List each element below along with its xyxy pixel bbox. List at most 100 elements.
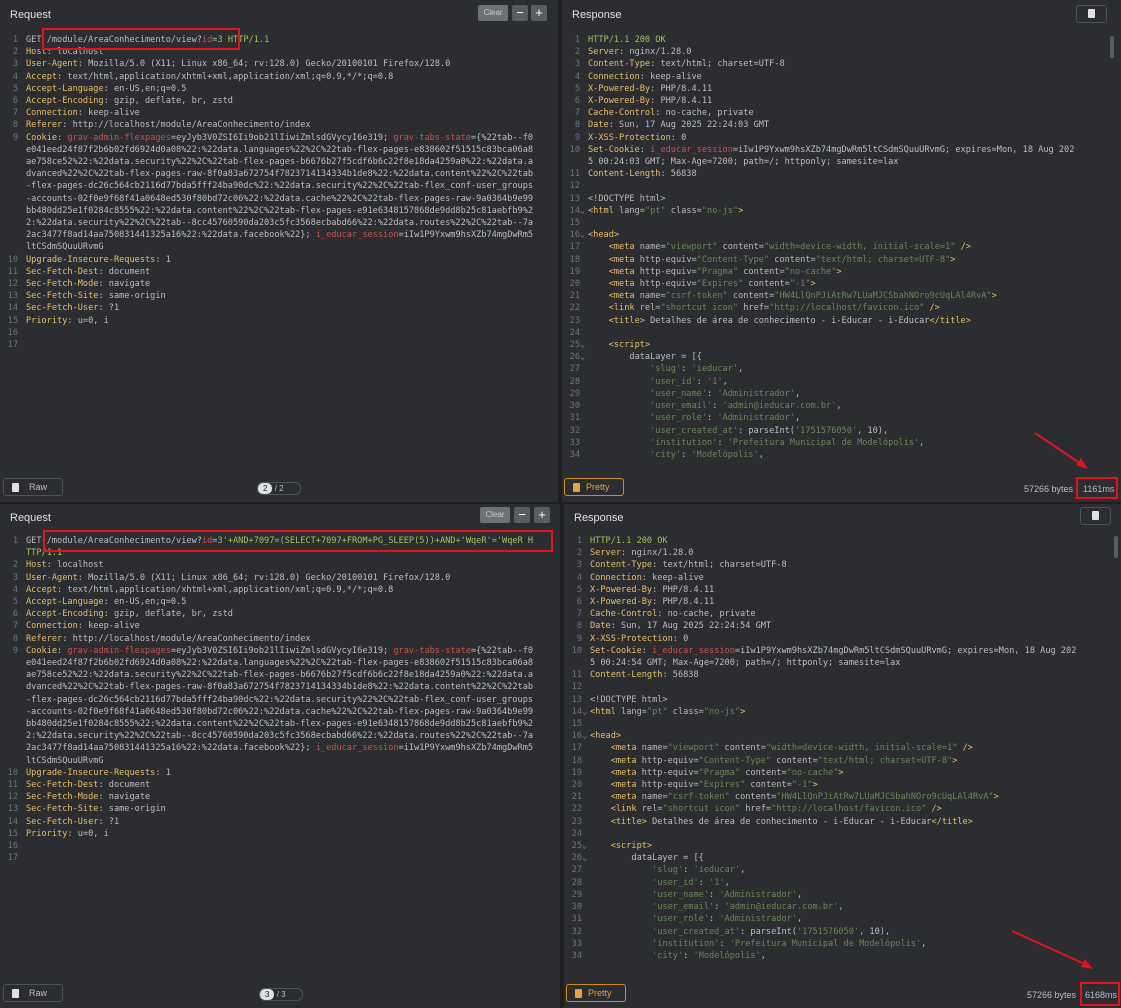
fold-toggle-icon[interactable]: ⌄ bbox=[580, 229, 588, 241]
zoom-out-button-1[interactable]: − bbox=[512, 5, 528, 21]
line-number: 33 bbox=[569, 437, 580, 448]
code-token: 'Prefeitura Municipal de Modelópolis' bbox=[729, 938, 922, 949]
copy-button-1[interactable] bbox=[1076, 5, 1107, 23]
code-token: content= bbox=[771, 755, 818, 766]
code-token: <script> bbox=[590, 841, 653, 852]
code-token: <head> bbox=[588, 230, 620, 241]
pager-2[interactable]: 3 / 3 bbox=[259, 988, 303, 1001]
request-editor-1[interactable]: 1 GET /module/AreaConhecimento/view?id=3 … bbox=[0, 34, 558, 474]
raw-button-1[interactable]: Raw bbox=[3, 478, 63, 496]
fold-toggle-icon[interactable]: ⌄ bbox=[580, 205, 588, 217]
clear-button-1[interactable]: Clear bbox=[478, 5, 508, 21]
clear-button-2[interactable]: Clear bbox=[480, 507, 510, 523]
code-token: : bbox=[681, 449, 692, 460]
line-number: 31 bbox=[569, 413, 580, 424]
code-token: Detalhes de área de conhecimento - i-Edu… bbox=[644, 315, 930, 326]
code-token: Accept bbox=[26, 71, 58, 82]
response-editor-1[interactable]: 1 HTTP/1.1 200 OK 2 Server: nginx/1.28.0 3 Co… bbox=[562, 34, 1121, 474]
code-line: 4 Connection: keep-alive bbox=[564, 572, 1121, 584]
code-line: 31 'user_role': 'Administrador', bbox=[562, 412, 1121, 424]
raw-button-2[interactable]: Raw bbox=[3, 984, 63, 1002]
code-token: X-Powered-By bbox=[590, 584, 653, 595]
code-token: "text/html; charset=UTF-8" bbox=[815, 254, 951, 265]
zoom-in-button-1[interactable]: + bbox=[531, 5, 547, 21]
pretty-button-1[interactable]: Pretty bbox=[564, 478, 624, 496]
code-token: i_educar_session bbox=[315, 230, 399, 241]
code-line: 6 Accept-Encoding: gzip, deflate, br, zst… bbox=[0, 608, 560, 620]
fold-toggle-icon[interactable]: ⌄ bbox=[582, 852, 590, 864]
code-line: 6 X-Powered-By: PHP/8.4.11 bbox=[562, 95, 1121, 107]
code-line: 2ac3477f8ad14aa750831441325a16%22:%22dat… bbox=[0, 742, 560, 754]
code-token: /> bbox=[926, 804, 942, 815]
fold-toggle-icon[interactable]: ⌄ bbox=[582, 840, 590, 852]
code-token: , bbox=[838, 902, 844, 913]
code-token: /> bbox=[924, 303, 940, 314]
code-token: ae758ce52%22:%22data.security%22%2C%22ta… bbox=[26, 157, 534, 168]
pager-current-2[interactable]: 3 bbox=[260, 989, 275, 1000]
request-editor-2[interactable]: 1 GET /module/AreaConhecimento/view?id=3'… bbox=[0, 535, 560, 975]
scrollbar-1[interactable] bbox=[1110, 36, 1114, 58]
code-line: -flex-pages-dc26c564cb2116d77bda5fff24ba… bbox=[0, 694, 560, 706]
line-number: 8 bbox=[574, 120, 580, 131]
code-token: grav-tabs-state bbox=[393, 645, 471, 656]
code-token: : bbox=[707, 388, 718, 399]
line-number: 24 bbox=[571, 828, 582, 839]
pretty-button-2[interactable]: Pretty bbox=[566, 984, 626, 1002]
code-token: : bbox=[57, 645, 68, 656]
highlight-box-time-1 bbox=[1076, 477, 1118, 499]
fold-toggle-icon[interactable]: ⌄ bbox=[580, 339, 588, 351]
code-token: lang= bbox=[621, 706, 647, 717]
line-number: 4 bbox=[12, 584, 18, 595]
code-token: 'ieducar' bbox=[691, 364, 739, 375]
fold-toggle-icon[interactable]: ⌄ bbox=[580, 351, 588, 363]
pager-current-1[interactable]: 2 bbox=[258, 483, 273, 494]
code-token: "Content-Type" bbox=[698, 755, 772, 766]
response-editor-2[interactable]: 1 HTTP/1.1 200 OK 2 Server: nginx/1.28.0 3 Co… bbox=[564, 535, 1121, 975]
line-number: 14 bbox=[7, 816, 18, 827]
line-number: 23 bbox=[569, 315, 580, 326]
zoom-out-button-2[interactable]: − bbox=[514, 507, 530, 523]
line-number: 15 bbox=[7, 828, 18, 839]
code-token: ltCSdmSQuuURvmG bbox=[26, 755, 104, 766]
file-icon bbox=[1088, 9, 1095, 18]
code-line: 27 'slug': 'ieducar', bbox=[562, 363, 1121, 375]
code-line: 7 Connection: keep-alive bbox=[0, 620, 560, 632]
pager-1[interactable]: 2 / 2 bbox=[257, 482, 301, 495]
code-token: > bbox=[740, 706, 746, 717]
code-token: : nginx/1.28.0 bbox=[621, 548, 694, 559]
code-token: : 56838 bbox=[660, 169, 697, 180]
line-number: 7 bbox=[12, 108, 18, 119]
code-line: 10 Set-Cookie: i_educar_session=iIw1P9Yxw… bbox=[564, 645, 1121, 657]
code-token: Cache-Control bbox=[588, 108, 656, 119]
code-token: Connection bbox=[590, 572, 642, 583]
zoom-in-button-2[interactable]: + bbox=[534, 507, 550, 523]
code-token: Accept-Language bbox=[26, 83, 104, 94]
code-token: grav-admin-flexpages bbox=[67, 645, 171, 656]
scrollbar-2[interactable] bbox=[1114, 536, 1118, 558]
code-token: http-equiv= bbox=[641, 755, 699, 766]
highlight-box-time-2 bbox=[1080, 982, 1120, 1006]
fold-toggle-icon[interactable]: ⌄ bbox=[582, 730, 590, 742]
code-token: 'Administrador' bbox=[719, 889, 797, 900]
line-number: 7 bbox=[576, 609, 582, 620]
code-token: <meta bbox=[590, 792, 642, 803]
code-token: content= bbox=[717, 242, 764, 253]
code-token: <title> bbox=[588, 315, 645, 326]
code-token: : Mozilla/5.0 (X11; Linux x86_64; rv:128… bbox=[77, 59, 451, 70]
code-line: 3 User-Agent: Mozilla/5.0 (X11; Linux x86… bbox=[0, 58, 558, 70]
code-line: 16⌄ <head> bbox=[562, 229, 1121, 241]
line-number: 11 bbox=[7, 780, 18, 791]
code-token: > bbox=[991, 291, 997, 302]
fold-toggle-icon[interactable]: ⌄ bbox=[582, 706, 590, 718]
code-token: 5 00:24:54 GMT; Max-Age=7200; path=/; ht… bbox=[590, 658, 901, 669]
code-token: 'city' bbox=[650, 449, 682, 460]
copy-button-2[interactable] bbox=[1080, 507, 1111, 525]
code-line: ltCSdmSQuuURvmG bbox=[0, 241, 558, 253]
code-token: 'ieducar' bbox=[693, 865, 741, 876]
